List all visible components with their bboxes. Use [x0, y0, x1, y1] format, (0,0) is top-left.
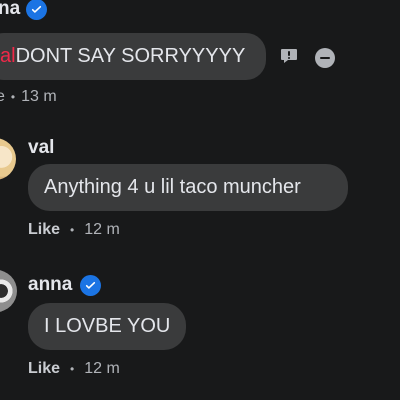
verified-badge-icon — [80, 274, 102, 296]
top-comment-time: 13 m — [21, 88, 57, 105]
reply-author-name: val — [28, 137, 55, 158]
reply-meta: Like • 12 m — [28, 221, 120, 239]
reply-icon[interactable] — [279, 46, 299, 66]
meta-separator-dot: • — [10, 90, 16, 104]
reply-author[interactable]: anna — [28, 274, 102, 296]
top-comment-author-name: na — [0, 0, 21, 19]
reply-author-name: anna — [28, 274, 73, 295]
reply-bubble[interactable]: I LOVBE YOU — [28, 303, 186, 350]
reply-text: Anything 4 u lil taco muncher — [44, 176, 301, 198]
avatar-anna[interactable] — [0, 270, 17, 312]
top-comment-like-cropped[interactable]: e — [0, 88, 5, 106]
reply-author[interactable]: val — [28, 137, 54, 159]
like-button[interactable]: Like — [28, 221, 60, 239]
reply-bubble[interactable]: Anything 4 u lil taco muncher — [28, 164, 348, 211]
reply-meta: Like • 12 m — [28, 360, 120, 378]
reply-time: 12 m — [84, 221, 120, 238]
top-comment-author[interactable]: na — [0, 0, 48, 20]
hide-comment-minus-icon[interactable] — [315, 48, 335, 68]
top-comment-meta: e • 13 m — [0, 88, 57, 106]
avatar-val[interactable] — [0, 138, 16, 180]
top-comment-bubble[interactable]: al DONT SAY SORRYYYYY — [0, 33, 266, 80]
reply-text: I LOVBE YOU — [44, 315, 171, 337]
meta-separator-dot: • — [70, 223, 75, 237]
minus-bar — [320, 56, 330, 60]
reply-time: 12 m — [84, 360, 120, 377]
like-button[interactable]: Like — [28, 360, 60, 378]
comments-thread: na al DONT SAY SORRYYYYY e • 13 m val An… — [0, 0, 400, 400]
mentioned-user-link[interactable]: al — [0, 45, 16, 68]
top-comment-text: DONT SAY SORRYYYYY — [15, 45, 246, 67]
meta-separator-dot: • — [70, 362, 75, 376]
verified-badge-icon — [26, 0, 48, 20]
